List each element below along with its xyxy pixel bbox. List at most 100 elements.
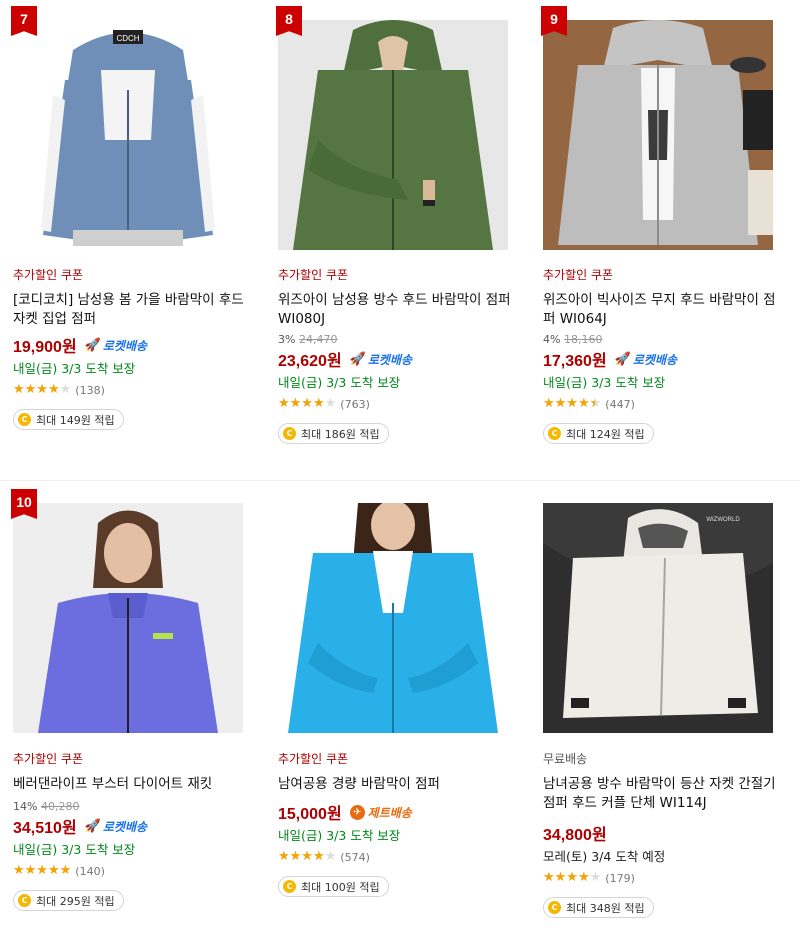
rocket-icon: 🚀 [84, 337, 101, 353]
product-title[interactable]: 위즈아이 빅사이즈 무지 후드 바람막이 점퍼 WI064J [543, 291, 788, 329]
rating: ★★★★★ ★★★★★ (140) [13, 862, 258, 880]
rocket-icon: 🚀 [614, 351, 631, 367]
coupon-label: 추가할인 쿠폰 [278, 752, 349, 766]
sale-price: 19,900원 [13, 339, 77, 356]
price-line: 17,360원 🚀 로켓배송 [543, 347, 788, 371]
product-card[interactable]: 8 추가할인 쿠폰 위즈아이 남성용 방수 후드 바람막이 점퍼 WI080J … [265, 0, 529, 478]
original-price: 14% 40,280 [13, 800, 80, 813]
rocket-icon: 🚀 [84, 818, 101, 834]
coin-icon: C [18, 894, 31, 907]
star-rating-icon: ★★★★★★★★★★ [13, 382, 72, 397]
arrival-guarantee: 내일(금) 3/3 도착 보장 [13, 842, 136, 857]
original-price: 3% 24,470 [278, 333, 338, 346]
jacket-image: WIZWORLD [543, 503, 773, 733]
rating: ★★★★★★★★★★ (138) [13, 381, 258, 399]
star-rating-icon: ★★★★★★★★★★ [543, 870, 602, 885]
price-line: 34,800원 [543, 821, 788, 845]
coupon-label: 추가할인 쿠폰 [13, 752, 84, 766]
review-count: (574) [340, 850, 370, 864]
review-count: (447) [605, 397, 635, 411]
product-info: 추가할인 쿠폰 위즈아이 빅사이즈 무지 후드 바람막이 점퍼 WI064J 4… [543, 267, 788, 444]
star-rating-icon: ★★★★★★★★★★ [543, 396, 602, 411]
arrival-guarantee: 내일(금) 3/3 도착 보장 [543, 375, 666, 390]
rocket-delivery-badge: 🚀 로켓배송 [349, 351, 413, 367]
cashback-badge: C 최대 348원 적립 [543, 897, 654, 918]
product-info: 추가할인 쿠폰 위즈아이 남성용 방수 후드 바람막이 점퍼 WI080J 3%… [278, 267, 523, 444]
product-image[interactable]: CDCH [13, 20, 243, 250]
rating: ★★★★★★★★★★ (574) [278, 848, 523, 866]
product-info: 무료배송 남녀공용 방수 바람막이 등산 자켓 간절기 점퍼 후드 커플 단체 … [543, 751, 788, 918]
price-line: 19,900원 🚀 로켓배송 [13, 333, 258, 357]
star-rating-icon: ★★★★★★★★★★ [278, 849, 337, 864]
review-count: (179) [605, 871, 635, 885]
product-row-2: 10 추가할인 쿠폰 베러댄라이프 부스터 다이어트 재킷 14% 40,280… [0, 480, 800, 933]
product-row-1: 7 CDCH 추가할인 쿠폰 [코디코치] 남성용 봄 가을 바람막이 후드 자… [0, 0, 800, 478]
arrival-guarantee: 내일(금) 3/3 도착 보장 [278, 375, 401, 390]
coupon-label: 추가할인 쿠폰 [278, 268, 349, 282]
product-card[interactable]: 10 추가할인 쿠폰 베러댄라이프 부스터 다이어트 재킷 14% 40,280… [0, 481, 264, 933]
sale-price: 34,510원 [13, 820, 77, 837]
cashback-badge: C 최대 100원 적립 [278, 876, 389, 897]
product-card[interactable]: 추가할인 쿠폰 남여공용 경량 바람막이 점퍼 15,000원 ✈ 제트배송 내일… [265, 481, 529, 933]
product-image[interactable]: WIZWORLD [543, 503, 773, 733]
product-title[interactable]: 위즈아이 남성용 방수 후드 바람막이 점퍼 WI080J [278, 291, 523, 329]
product-title[interactable]: 남여공용 경량 바람막이 점퍼 [278, 775, 523, 794]
jacket-image [278, 20, 508, 250]
rocket-delivery-badge: 🚀 로켓배송 [84, 337, 148, 353]
free-shipping-label: 무료배송 [543, 752, 588, 766]
product-card[interactable]: 9 추가할인 쿠폰 위즈아이 빅사이즈 무지 후드 바람막이 점퍼 WI064J… [530, 0, 794, 478]
product-card[interactable]: 7 CDCH 추가할인 쿠폰 [코디코치] 남성용 봄 가을 바람막이 후드 자… [0, 0, 264, 478]
arrival-guarantee: 내일(금) 3/3 도착 보장 [278, 828, 401, 843]
sale-price: 17,360원 [543, 353, 607, 370]
coin-icon: C [548, 427, 561, 440]
sale-price: 15,000원 [278, 806, 342, 823]
rating: ★★★★★ ★★★★★ (447) [543, 395, 788, 413]
product-title[interactable]: 남녀공용 방수 바람막이 등산 자켓 간절기 점퍼 후드 커플 단체 WI114… [543, 775, 788, 813]
original-price: 4% 18,160 [543, 333, 603, 346]
coin-icon: C [283, 427, 296, 440]
product-image[interactable] [278, 20, 508, 250]
rocket-delivery-badge: 🚀 로켓배송 [84, 818, 148, 834]
coupon-label: 추가할인 쿠폰 [13, 268, 84, 282]
sale-price: 34,800원 [543, 827, 607, 844]
product-info: 추가할인 쿠폰 [코디코치] 남성용 봄 가을 바람막이 후드 자켓 집업 점퍼… [13, 267, 258, 430]
product-card[interactable]: WIZWORLD 무료배송 남녀공용 방수 바람막이 등산 자켓 간절기 점퍼 … [530, 481, 794, 933]
coin-icon: C [283, 880, 296, 893]
jacket-image [278, 503, 508, 733]
price-line: 15,000원 ✈ 제트배송 [278, 800, 523, 824]
price-line: 23,620원 🚀 로켓배송 [278, 347, 523, 371]
brand-logo-text: CDCH [116, 34, 139, 43]
star-rating-icon: ★★★★★★★★★★ [278, 396, 337, 411]
review-count: (140) [75, 864, 105, 878]
product-info: 추가할인 쿠폰 남여공용 경량 바람막이 점퍼 15,000원 ✈ 제트배송 내일… [278, 751, 523, 897]
product-image[interactable] [13, 503, 243, 733]
coin-icon: C [18, 413, 31, 426]
jacket-image [13, 503, 243, 733]
review-count: (138) [75, 383, 105, 397]
price-line: 34,510원 🚀 로켓배송 [13, 814, 258, 838]
rocket-icon: 🚀 [349, 351, 366, 367]
jacket-image: CDCH [13, 20, 243, 250]
coin-icon: C [548, 901, 561, 914]
product-image[interactable] [543, 20, 773, 250]
rating: ★★★★★★★★★★ (763) [278, 395, 523, 413]
product-title[interactable]: [코디코치] 남성용 봄 가을 바람막이 후드 자켓 집업 점퍼 [13, 291, 258, 329]
cashback-badge: C 최대 186원 적립 [278, 423, 389, 444]
review-count: (763) [340, 397, 370, 411]
brand-logo-text: WIZWORLD [706, 517, 740, 523]
jet-delivery-badge: ✈ 제트배송 [349, 804, 412, 821]
arrival-estimate: 모레(토) 3/4 도착 예정 [543, 849, 666, 864]
cashback-badge: C 최대 295원 적립 [13, 890, 124, 911]
cashback-badge: C 최대 124원 적립 [543, 423, 654, 444]
arrival-guarantee: 내일(금) 3/3 도착 보장 [13, 361, 136, 376]
product-title[interactable]: 베러댄라이프 부스터 다이어트 재킷 [13, 775, 258, 794]
product-info: 추가할인 쿠폰 베러댄라이프 부스터 다이어트 재킷 14% 40,280 34… [13, 751, 258, 911]
coupon-label: 추가할인 쿠폰 [543, 268, 614, 282]
rating: ★★★★★★★★★★ (179) [543, 869, 788, 887]
product-image[interactable] [278, 503, 508, 733]
jet-icon: ✈ [349, 804, 365, 820]
rocket-delivery-badge: 🚀 로켓배송 [614, 351, 678, 367]
sale-price: 23,620원 [278, 353, 342, 370]
jacket-image [543, 20, 773, 250]
cashback-badge: C 최대 149원 적립 [13, 409, 124, 430]
